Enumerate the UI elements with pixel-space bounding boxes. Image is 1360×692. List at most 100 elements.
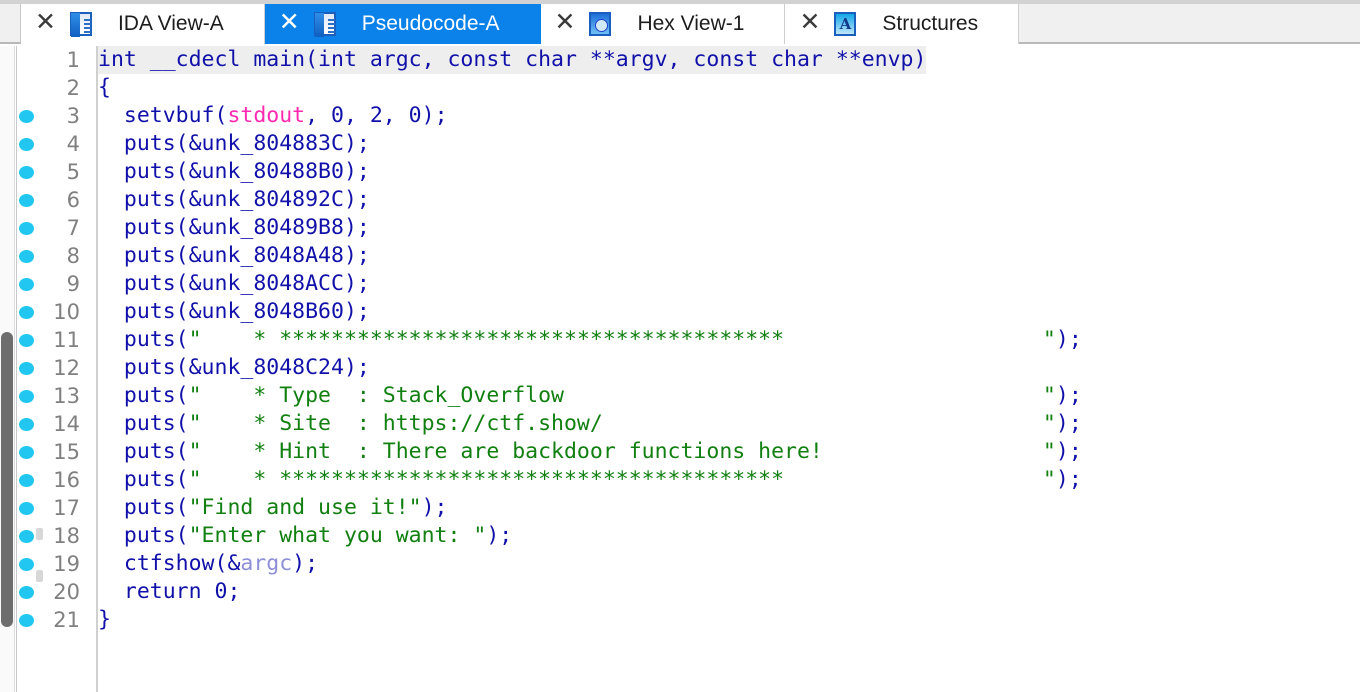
code-line[interactable]: 18 puts("Enter what you want: "); [19,522,1360,550]
breakpoint-marker-icon[interactable] [19,194,34,207]
line-number: 8 [66,244,80,268]
code-line[interactable]: 19 ctfshow(&argc); [19,550,1360,578]
tab-label: Pseudocode-A [361,12,500,35]
code-line[interactable]: 1 int __cdecl main(int argc, const char *… [67,46,1360,74]
code-token: "Enter what you want: " [188,523,487,548]
line-number: 4 [66,132,80,156]
tab-pseudocode-a[interactable]: ✕ Pseudocode-A [264,4,541,44]
breakpoint-marker-icon[interactable] [19,614,34,627]
line-number: 2 [66,76,80,100]
code-line[interactable]: 13 puts(" * Type : Stack_Overflow "); [19,382,1360,410]
line-number: 15 [53,440,80,464]
breakpoint-marker-icon[interactable] [19,138,34,151]
code-line-text: puts(" * Type : Stack_Overflow "); [98,382,1082,410]
code-line[interactable]: 17 puts("Find and use it!"); [19,494,1360,522]
breakpoint-marker-icon[interactable] [19,222,34,235]
code-line-text: puts(&unk_80488B0); [98,158,370,186]
line-number: 6 [66,188,80,212]
breakpoint-marker-icon[interactable] [19,390,34,403]
code-token: ); [1055,439,1082,464]
line-number: 11 [53,328,80,352]
close-icon[interactable]: ✕ [35,10,70,38]
tab-hex-view-1[interactable]: ✕ Hex View-1 [540,4,786,44]
code-line-text: setvbuf(stdout, 0, 2, 0); [98,102,448,130]
code-line[interactable]: 5 puts(&unk_80488B0); [19,158,1360,186]
code-token: ); [486,523,513,548]
code-token: "Find and use it!" [188,495,422,520]
code-token: int __cdecl main(int argc, const char **… [98,47,927,72]
breakpoint-marker-icon[interactable] [19,250,34,263]
breakpoint-marker-icon[interactable] [19,446,34,459]
line-number: 9 [66,272,80,296]
close-icon[interactable]: ✕ [279,10,314,38]
code-line[interactable]: 16 puts(" * ****************************… [19,466,1360,494]
code-token: " * ************************************… [188,467,1056,492]
tab-bar-left-edge [0,0,21,42]
code-token: puts(&unk_80488B0); [98,159,370,184]
breakpoint-marker-icon[interactable] [19,474,34,487]
tab-ida-view-a[interactable]: ✕ IDA View-A [21,4,265,44]
breakpoint-marker-icon[interactable] [19,418,34,431]
code-line[interactable]: 3 setvbuf(stdout, 0, 2, 0); [19,102,1360,130]
code-line-text: { [98,74,111,102]
code-line-text: puts(&unk_8048ACC); [98,270,370,298]
code-line[interactable]: 14 puts(" * Site : https://ctf.show/ "); [19,410,1360,438]
code-line[interactable]: 11 puts(" * ****************************… [19,326,1360,354]
code-line[interactable]: 2{ [67,74,1360,102]
tab-structures[interactable]: ✕ A Structures [785,4,1020,44]
code-line-text: ctfshow(&argc); [98,550,318,578]
line-number: 17 [53,496,80,520]
breakpoint-marker-icon[interactable] [19,306,34,319]
code-token: " * ************************************… [188,327,1056,352]
code-token: puts( [98,411,189,436]
code-line[interactable]: 9 puts(&unk_8048ACC); [19,270,1360,298]
breakpoint-marker-icon[interactable] [19,166,34,179]
code-token: ); [1055,327,1082,352]
line-number: 3 [66,104,80,128]
code-line[interactable]: 21} [19,606,1360,634]
code-token: setvbuf( [98,103,228,128]
close-icon[interactable]: ✕ [799,10,834,38]
code-token: ); [421,495,448,520]
code-token: puts( [98,327,189,352]
code-line[interactable]: 10 puts(&unk_8048B60); [19,298,1360,326]
code-line[interactable]: 12 puts(&unk_8048C24); [19,354,1360,382]
code-token: " * Site : https://ctf.show/ " [188,411,1056,436]
code-line-text: puts(&unk_8048B60); [98,298,370,326]
code-token: puts(&unk_80489B8); [98,215,370,240]
breakpoint-marker-icon[interactable] [19,586,34,599]
code-line-text: return 0; [98,578,241,606]
breakpoint-marker-icon[interactable] [19,334,34,347]
code-token: } [98,607,111,632]
view-tab-bar: ✕ IDA View-A ✕ Pseudocode-A ✕ Hex View-1 ✕ A Str… [0,0,1360,44]
code-line-text: puts(" * *******************************… [98,326,1082,354]
code-token: ); [292,551,319,576]
code-line[interactable]: 4 puts(&unk_804883C); [19,130,1360,158]
code-line[interactable]: 7 puts(&unk_80489B8); [19,214,1360,242]
breakpoint-marker-icon[interactable] [19,278,34,291]
code-token: ); [1055,411,1082,436]
code-line[interactable]: 20 return 0; [19,578,1360,606]
code-token: puts(&unk_8048C24); [98,355,370,380]
code-token: puts(&unk_8048ACC); [98,271,370,296]
breakpoint-marker-icon[interactable] [19,502,34,515]
tab-label: Structures [882,12,979,35]
line-number: 5 [66,160,80,184]
pseudocode-editor[interactable]: 1 int __cdecl main(int argc, const char *… [19,46,1360,692]
code-line-text: } [98,606,111,634]
code-token: puts(&unk_804883C); [98,131,370,156]
breakpoint-marker-icon[interactable] [19,558,34,571]
code-line-text: int __cdecl main(int argc, const char **… [98,46,927,74]
breakpoint-marker-icon[interactable] [19,110,34,123]
code-line[interactable]: 15 puts(" * Hint : There are backdoor fu… [19,438,1360,466]
breakpoint-marker-icon[interactable] [19,362,34,375]
tab-label: Hex View-1 [637,12,745,35]
code-token: " * Type : Stack_Overflow " [188,383,1056,408]
close-icon[interactable]: ✕ [555,10,590,38]
code-line[interactable]: 8 puts(&unk_8048A48); [19,242,1360,270]
breakpoint-marker-icon[interactable] [19,530,34,543]
code-token: ); [1055,467,1082,492]
code-line-text: puts("Enter what you want: "); [98,522,512,550]
code-line-text: puts(&unk_804883C); [98,130,370,158]
code-line[interactable]: 6 puts(&unk_804892C); [19,186,1360,214]
